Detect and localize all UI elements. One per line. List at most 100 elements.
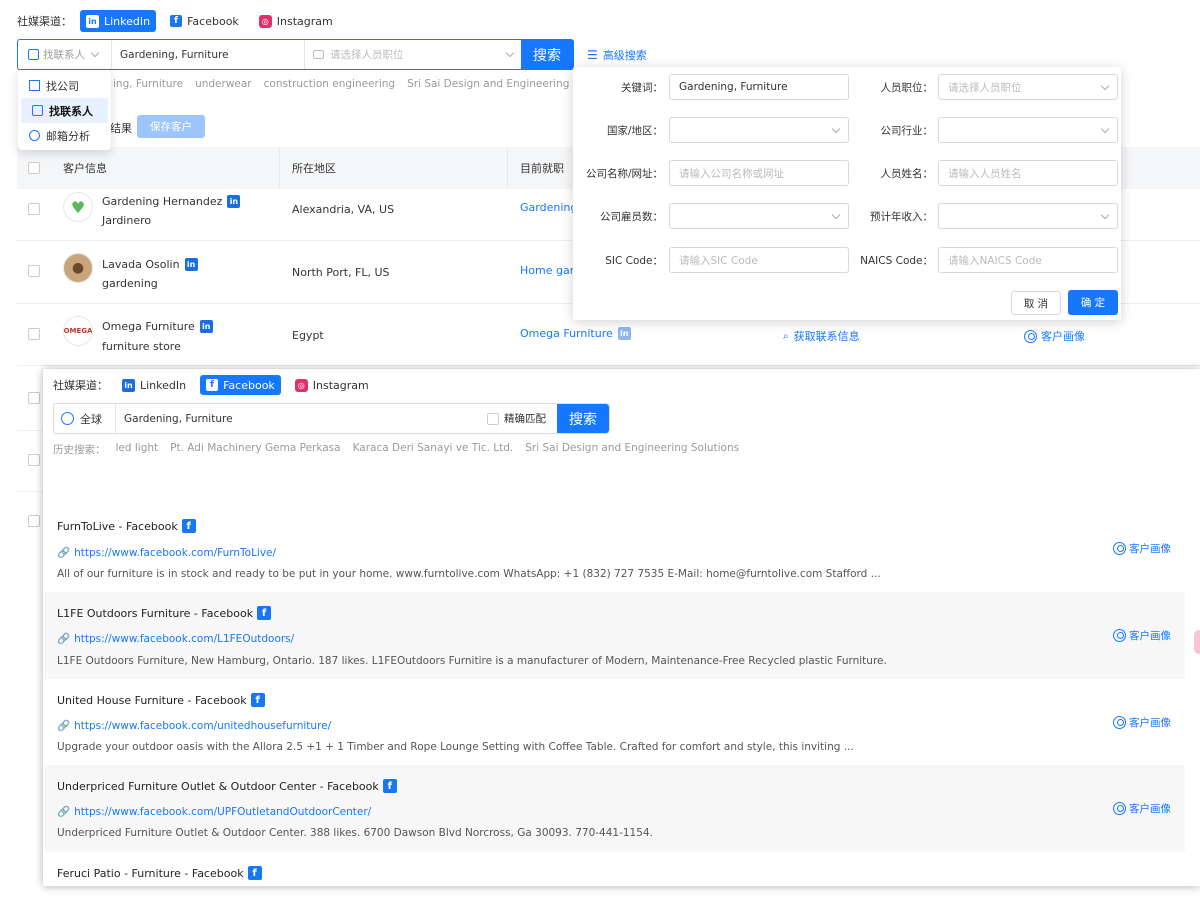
row-checkbox[interactable] [28,265,40,277]
history-item[interactable]: led light [116,442,159,457]
history-item[interactable]: Sri Sai Design and Engineering Solutions [525,442,739,457]
linkedin-icon[interactable]: in [617,327,631,340]
country-select[interactable] [669,117,849,143]
company-link[interactable]: Gardening [520,201,577,214]
row-checkbox[interactable] [28,328,40,340]
cancel-button[interactable]: 取 消 [1011,291,1061,315]
advanced-search-icon: ☰ [587,48,598,62]
label-company-name: 公司名称/网址： [585,168,663,180]
history-item[interactable]: Pt. Adi Machinery Gema Perkasa [170,442,340,457]
advanced-search-link[interactable]: ☰ 高级搜索 [587,47,647,63]
checkbox-icon [487,412,499,425]
portrait-icon [1113,542,1126,555]
result-item: United House Furniture - Facebook f 🔗 http… [45,679,1185,765]
search-button[interactable]: 搜索 [557,404,609,433]
chevron-down-icon [1100,124,1110,133]
row-checkbox[interactable] [28,454,40,466]
history-item[interactable]: construction engineering [264,78,395,90]
dropdown-item-find-company[interactable]: 找公司 [18,73,111,98]
results-label: 结果 [110,122,132,135]
avatar: ♥ [63,192,93,222]
email-analysis-icon [29,130,40,141]
customer-portrait-button[interactable]: 客户画像 [1113,628,1171,643]
linkedin-icon[interactable]: in [184,258,198,271]
result-item: FurnToLive - Facebook f 🔗 https://www.face… [45,506,1185,592]
dropdown-item-find-contact[interactable]: 找联系人 [21,98,108,123]
customer-portrait-button[interactable]: 客户画像 [1113,715,1171,730]
result-url[interactable]: https://www.facebook.com/L1FEOutdoors/ [74,633,294,645]
facebook-search-window: 社媒渠道： in LinkedIn f Facebook ◎ Instagram 全球… [43,369,1200,886]
chevron-down-icon [831,124,841,133]
result-title[interactable]: Underpriced Furniture Outlet & Outdoor C… [57,780,379,793]
exact-match-checkbox[interactable]: 精确匹配 [487,404,557,433]
sic-code-field[interactable]: 请输入SIC Code [669,247,849,273]
keyword-input[interactable]: Gardening, Furniture [112,40,305,69]
position-select[interactable]: 请选择人员职位 [938,74,1118,100]
contact-name[interactable]: Omega Furniture [102,320,195,333]
person-name-field[interactable]: 请输入人员姓名 [938,160,1118,186]
customer-portrait-button[interactable]: 客户画像 [1113,541,1171,556]
row-checkbox[interactable] [28,203,40,215]
tab-instagram[interactable]: ◎ Instagram [289,374,375,396]
company-link[interactable]: Home gard [520,264,581,277]
tab-linkedin[interactable]: in LinkedIn [116,374,192,396]
tab-instagram[interactable]: ◎ Instagram [253,10,339,32]
contact-name[interactable]: Gardening Hernandez [102,195,222,208]
contact-location: Alexandria, VA, US [292,203,395,216]
facebook-icon: f [206,379,219,391]
tab-facebook[interactable]: f Facebook [164,10,245,32]
facebook-icon: f [382,779,397,793]
search-type-select[interactable]: 找联系人 [18,40,112,69]
save-customer-button[interactable]: 保存客户 [137,115,205,138]
instagram-icon: ◎ [294,378,308,392]
result-title[interactable]: Feruci Patio - Furniture - Facebook [57,867,244,880]
result-title[interactable]: United House Furniture - Facebook [57,694,247,707]
instagram-icon: ◎ [258,14,272,28]
linkedin-icon[interactable]: in [227,195,241,208]
avatar: ● [63,253,93,283]
row-checkbox[interactable] [28,515,40,527]
link-icon: 🔗 [57,547,71,559]
result-description: Upgrade your outdoor oasis with the Allo… [57,741,854,753]
history-item[interactable]: ing, Furniture [113,78,183,90]
history-item[interactable]: underwear [195,78,252,90]
header-location: 所在地区 [292,162,336,175]
tab-facebook[interactable]: f Facebook [200,375,281,395]
company-link[interactable]: Omega Furniture [520,327,613,340]
dropdown-item-email-analysis[interactable]: 邮箱分析 [18,123,111,148]
row-checkbox[interactable] [28,392,40,404]
contact-icon [32,105,43,116]
label-revenue: 预计年收入： [870,211,933,223]
company-name-field[interactable]: 请输入公司名称或网址 [669,160,849,186]
keyword-field[interactable]: Gardening, Furniture [669,74,849,100]
customer-portrait-button[interactable]: 客户画像 [1113,801,1171,816]
result-item: Feruci Patio - Furniture - Facebook f [45,852,1185,886]
position-select[interactable]: 请选择人员职位 [305,40,521,69]
employee-count-select[interactable] [669,203,849,229]
tab-linkedin[interactable]: in LinkedIn [80,10,157,32]
header-customer-info: 客户信息 [63,162,107,175]
linkedin-icon[interactable]: in [199,320,213,333]
result-title[interactable]: L1FE Outdoors Furniture - Facebook [57,607,253,620]
region-select[interactable]: 全球 [54,404,116,433]
facebook-keyword-input[interactable]: Gardening, Furniture [116,404,487,433]
select-all-checkbox[interactable] [28,162,40,174]
result-url[interactable]: https://www.facebook.com/FurnToLive/ [74,547,276,559]
result-url[interactable]: https://www.facebook.com/unitedhousefurn… [74,720,331,732]
revenue-select[interactable] [938,203,1118,229]
search-button[interactable]: 搜索 [521,40,573,69]
naics-code-field[interactable]: 请输入NAICS Code [938,247,1118,273]
get-contact-button[interactable]: ⌕ 获取联系信息 [783,328,860,344]
history-item[interactable]: Karaca Deri Sanayi ve Tic. Ltd. [353,442,514,457]
contact-name[interactable]: Lavada Osolin [102,258,180,271]
confirm-button[interactable]: 确 定 [1068,290,1118,315]
result-url[interactable]: https://www.facebook.com/UPFOutletandOut… [74,806,371,818]
link-icon: 🔗 [57,633,71,645]
industry-select[interactable] [938,117,1118,143]
result-title[interactable]: FurnToLive - Facebook [57,520,178,533]
customer-portrait-button[interactable]: 客户画像 [1024,328,1085,344]
facebook-icon: f [170,15,183,27]
contact-title: furniture store [102,340,181,353]
side-widget-handle[interactable] [1194,630,1200,654]
facebook-icon: f [247,866,262,880]
